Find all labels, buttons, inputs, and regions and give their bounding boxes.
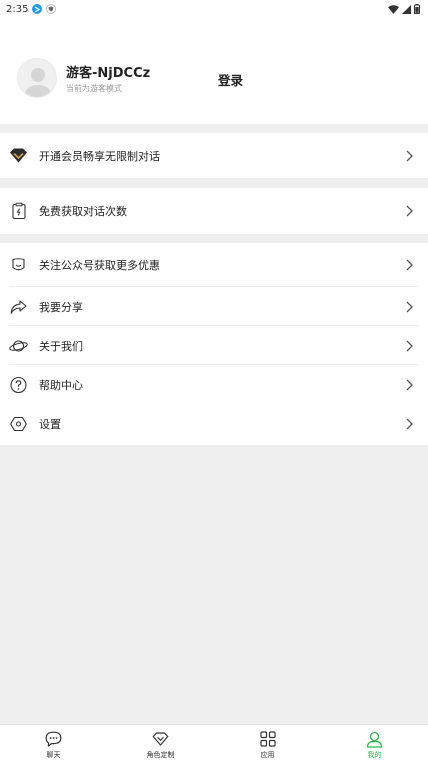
tab-chat[interactable]: 聊天: [0, 725, 107, 761]
free-chats-label: 免费获取对话次数: [39, 205, 127, 218]
tab-role-custom[interactable]: 角色定制: [107, 725, 214, 761]
vip-section: 开通会员畅享无限制对话: [0, 133, 428, 178]
vip-membership-label: 开通会员畅享无限制对话: [39, 149, 160, 163]
share-icon: [9, 297, 28, 316]
free-chats-section: 免费获取对话次数: [0, 188, 428, 234]
tab-mine-label: 我的: [367, 751, 382, 759]
vip-diamond-icon: [9, 146, 28, 165]
signal-icon: [402, 4, 411, 14]
help-center-label: 帮助中心: [39, 378, 83, 392]
share-label: 我要分享: [39, 300, 83, 314]
diamond-icon: [152, 730, 170, 748]
wifi-icon: [388, 4, 399, 14]
clipboard-icon: [9, 202, 28, 221]
vip-membership-item[interactable]: 开通会员畅享无限制对话: [0, 133, 428, 178]
chevron-right-icon: [406, 150, 413, 161]
about-us-label: 关于我们: [39, 339, 83, 353]
chevron-right-icon: [406, 259, 413, 271]
badge-icon: [9, 256, 28, 275]
chevron-right-icon: [406, 205, 413, 217]
tab-chat-label: 聊天: [46, 751, 61, 759]
chevron-right-icon: [406, 340, 413, 351]
profile-header: 游客-NjDCCz 当前为游客模式 登录: [0, 18, 428, 124]
help-center-item[interactable]: 帮助中心: [0, 365, 428, 404]
settings-list-section: 关注公众号获取更多优惠 我要分享 关于我们 帮助中心 设置: [0, 243, 428, 445]
login-button[interactable]: 登录: [218, 70, 243, 89]
about-us-item[interactable]: 关于我们: [0, 326, 428, 365]
bottom-tab-bar: 聊天 角色定制 应用 我的: [0, 724, 428, 761]
tab-mine[interactable]: 我的: [321, 725, 428, 761]
settings-label: 设置: [39, 417, 61, 431]
free-chats-item[interactable]: 免费获取对话次数: [0, 188, 428, 234]
chat-bubble-icon: [45, 730, 63, 748]
tab-apps[interactable]: 应用: [214, 725, 321, 761]
status-left: 2:35: [6, 3, 57, 15]
tab-role-custom-label: 角色定制: [146, 751, 175, 759]
apps-grid-icon: [259, 730, 277, 748]
shield-notification-icon: [46, 4, 57, 14]
question-mark-icon: [9, 375, 28, 394]
status-right: [388, 4, 420, 14]
planet-icon: [9, 336, 28, 355]
person-icon: [366, 730, 384, 748]
tab-apps-label: 应用: [260, 751, 275, 759]
hexagon-settings-icon: [9, 414, 28, 433]
chevron-right-icon: [406, 301, 413, 312]
avatar[interactable]: [17, 58, 57, 98]
guest-mode-label: 当前为游客模式: [66, 84, 122, 93]
follow-official-label: 关注公众号获取更多优惠: [39, 259, 160, 272]
status-time: 2:35: [6, 3, 29, 15]
app-notification-icon: [32, 4, 43, 14]
default-avatar-icon: [25, 68, 51, 97]
settings-item[interactable]: 设置: [0, 404, 428, 443]
follow-official-item[interactable]: 关注公众号获取更多优惠: [0, 243, 428, 287]
share-item[interactable]: 我要分享: [0, 287, 428, 326]
chevron-right-icon: [406, 379, 413, 390]
battery-icon: [414, 4, 420, 14]
status-bar: 2:35: [0, 0, 428, 18]
username: 游客-NjDCCz: [66, 66, 151, 81]
chevron-right-icon: [406, 418, 413, 429]
